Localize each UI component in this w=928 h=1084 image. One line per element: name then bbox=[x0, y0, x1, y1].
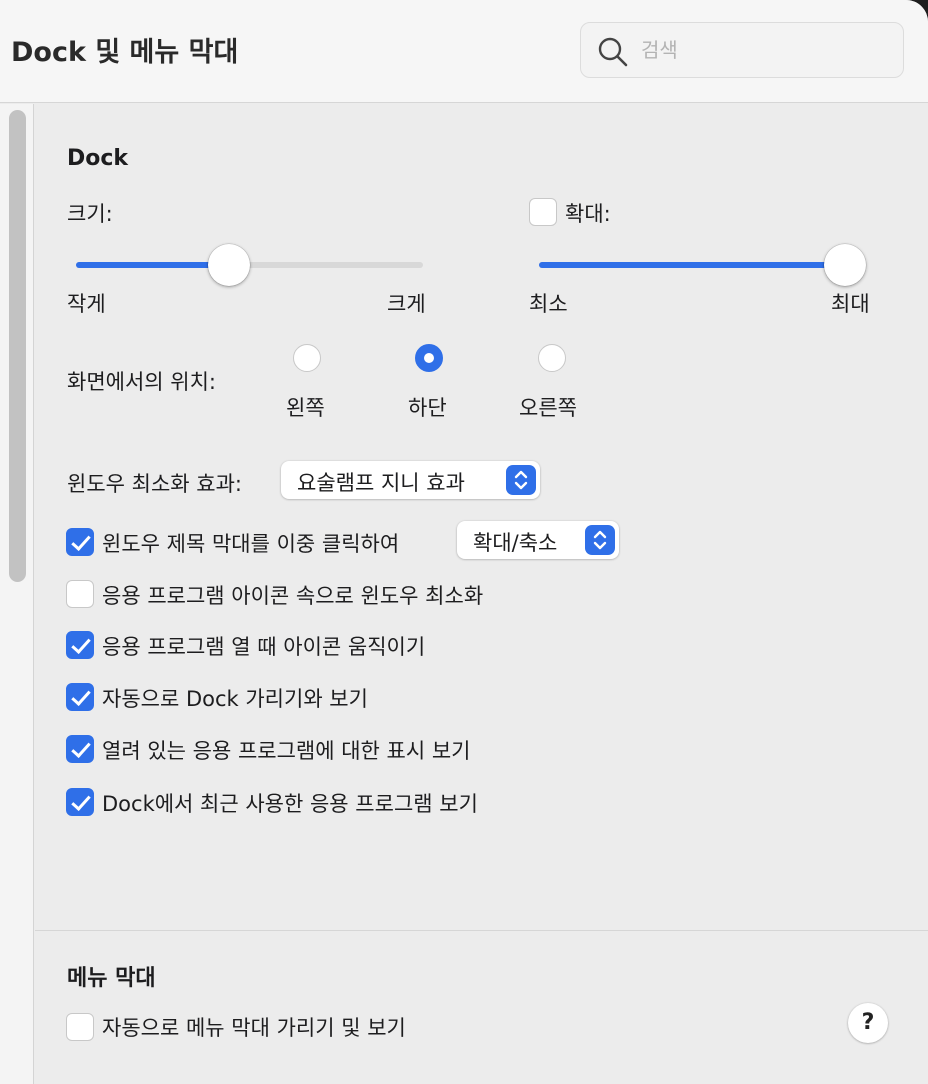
position-bottom-radio[interactable] bbox=[415, 344, 443, 372]
position-left-radio[interactable] bbox=[293, 344, 321, 372]
size-label: 크기: bbox=[67, 202, 113, 226]
double-click-label: 윈도우 제목 막대를 이중 클릭하여 bbox=[102, 532, 400, 556]
position-right-radio[interactable] bbox=[538, 344, 566, 372]
section-divider bbox=[35, 930, 928, 931]
show-recent-apps-checkbox[interactable] bbox=[66, 788, 94, 816]
search-icon bbox=[598, 37, 628, 67]
size-slider-fill bbox=[76, 262, 229, 268]
magnification-slider-knob[interactable] bbox=[824, 244, 866, 286]
magnification-max-label: 최대 bbox=[831, 292, 870, 316]
position-label: 화면에서의 위치: bbox=[67, 370, 216, 394]
help-button[interactable]: ? bbox=[848, 1003, 888, 1043]
magnification-checkbox[interactable] bbox=[529, 198, 557, 226]
show-indicators-checkbox[interactable] bbox=[66, 735, 94, 763]
autohide-dock-checkbox[interactable] bbox=[66, 683, 94, 711]
minimize-effect-label: 윈도우 최소화 효과: bbox=[67, 472, 242, 496]
settings-content: Dock 크기: 작게 크게 확대: 최소 최대 화면에서의 위치: 왼쪽 하단… bbox=[35, 104, 928, 1084]
autohide-dock-label: 자동으로 Dock 가리기와 보기 bbox=[102, 687, 368, 711]
position-left-label: 왼쪽 bbox=[286, 396, 325, 420]
magnification-label: 확대: bbox=[565, 202, 611, 226]
double-click-value: 확대/축소 bbox=[473, 531, 558, 555]
magnification-slider[interactable] bbox=[539, 262, 845, 268]
dock-section-title: Dock bbox=[67, 146, 129, 171]
minimize-effect-popup[interactable]: 요술램프 지니 효과 bbox=[281, 461, 540, 499]
scrollbar[interactable] bbox=[0, 104, 34, 1084]
size-min-label: 작게 bbox=[67, 292, 106, 316]
size-max-label: 크게 bbox=[387, 292, 426, 316]
autohide-menubar-label: 자동으로 메뉴 막대 가리기 및 보기 bbox=[102, 1016, 406, 1040]
show-recent-apps-label: Dock에서 최근 사용한 응용 프로그램 보기 bbox=[102, 792, 478, 816]
show-indicators-label: 열려 있는 응용 프로그램에 대한 표시 보기 bbox=[102, 739, 471, 763]
animate-opening-checkbox[interactable] bbox=[66, 631, 94, 659]
menubar-section-title: 메뉴 막대 bbox=[67, 966, 156, 991]
double-click-checkbox[interactable] bbox=[66, 528, 94, 556]
search-input[interactable] bbox=[641, 35, 881, 65]
popup-chevron-icon bbox=[506, 465, 536, 495]
titlebar: Dock 및 메뉴 막대 bbox=[0, 0, 928, 103]
minimize-effect-value: 요술램프 지니 효과 bbox=[297, 471, 465, 495]
page-title: Dock 및 메뉴 막대 bbox=[11, 37, 239, 68]
scrollbar-thumb[interactable] bbox=[9, 110, 26, 582]
autohide-menubar-checkbox[interactable] bbox=[66, 1013, 94, 1041]
double-click-popup[interactable]: 확대/축소 bbox=[457, 521, 619, 559]
animate-opening-label: 응용 프로그램 열 때 아이콘 움직이기 bbox=[102, 635, 426, 659]
search-field[interactable] bbox=[580, 22, 904, 78]
minimize-into-icon-checkbox[interactable] bbox=[66, 580, 94, 608]
size-slider-knob[interactable] bbox=[207, 244, 250, 286]
position-right-label: 오른쪽 bbox=[519, 396, 577, 420]
settings-window: Dock 및 메뉴 막대 Dock 크기: 작게 크게 확대: 최소 최대 bbox=[0, 0, 928, 1084]
magnification-slider-fill bbox=[539, 262, 845, 268]
position-bottom-label: 하단 bbox=[408, 396, 447, 420]
popup-chevron-icon bbox=[585, 525, 615, 555]
minimize-into-icon-label: 응용 프로그램 아이콘 속으로 윈도우 최소화 bbox=[102, 584, 484, 608]
magnification-min-label: 최소 bbox=[529, 292, 568, 316]
